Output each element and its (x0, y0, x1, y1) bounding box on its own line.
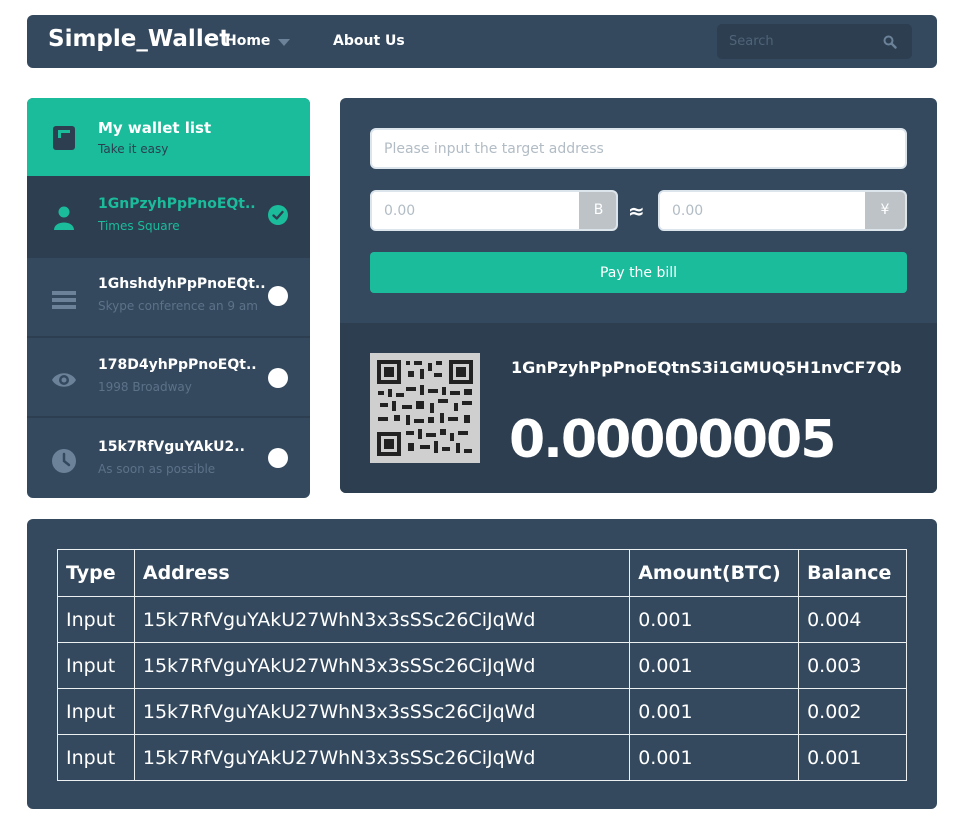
wallet-icon (53, 126, 75, 150)
list-icon (52, 291, 76, 309)
cell-address: 15k7RfVguYAkU27WhN3x3sSSc26CiJqWd (133, 688, 631, 735)
cell-type: Input (57, 642, 135, 689)
wallet-item[interactable]: 1GhshdyhPpPnoEQt.. Skype conference an 9… (27, 256, 310, 336)
table-row: Input 15k7RfVguYAkU27WhN3x3sSSc26CiJqWd … (57, 596, 907, 643)
cell-address: 15k7RfVguYAkU27WhN3x3sSSc26CiJqWd (133, 734, 631, 781)
wallet-radio[interactable] (268, 368, 288, 388)
table-row: Input 15k7RfVguYAkU27WhN3x3sSSc26CiJqWd … (57, 734, 907, 781)
transactions-panel: Type Address Amount(BTC) Balance Input 1… (27, 519, 937, 809)
target-address-input[interactable] (370, 128, 907, 169)
cell-amount: 0.001 (629, 596, 800, 643)
table-row: Input 15k7RfVguYAkU27WhN3x3sSSc26CiJqWd … (57, 688, 907, 735)
search-box (717, 24, 912, 59)
column-header-address: Address (133, 549, 631, 597)
wallet-item-title: 1GnPzyhPpPnoEQt.. (98, 196, 256, 212)
wallet-item-title: 178D4yhPpPnoEQt.. (98, 357, 257, 373)
user-icon (54, 206, 74, 230)
wallet-list-header: My wallet list Take it easy (27, 98, 310, 177)
column-header-balance: Balance (798, 549, 907, 597)
cell-amount: 0.001 (629, 688, 800, 735)
cell-balance: 0.004 (798, 596, 907, 643)
wallet-address: 1GnPzyhPpPnoEQtnS3i1GMUQ5H1nvCF7Qb (511, 358, 902, 377)
search-icon[interactable] (883, 35, 897, 49)
nav-home-link[interactable]: Home (225, 33, 270, 49)
brand-logo[interactable]: Simple_Wallet (48, 26, 230, 52)
wallet-item[interactable]: 1GnPzyhPpPnoEQt.. Times Square (27, 176, 310, 256)
qr-code-image (370, 353, 480, 463)
wallet-item-subtitle: Times Square (98, 219, 180, 233)
cell-amount: 0.001 (629, 734, 800, 781)
wallet-list-sidebar: My wallet list Take it easy 1GnPzyhPpPno… (27, 98, 310, 498)
cny-unit-addon: ¥ (865, 192, 905, 229)
cell-address: 15k7RfVguYAkU27WhN3x3sSSc26CiJqWd (133, 642, 631, 689)
approx-symbol: ≈ (628, 199, 645, 223)
pay-bill-button[interactable]: Pay the bill (370, 252, 907, 293)
table-header-row: Type Address Amount(BTC) Balance (57, 549, 907, 597)
top-navbar: Simple_Wallet Home About Us (27, 15, 937, 68)
cell-type: Input (57, 688, 135, 735)
eye-icon (52, 373, 76, 387)
wallet-item[interactable]: 15k7RfVguYAkU2.. As soon as possible (27, 416, 310, 496)
chevron-down-icon[interactable] (278, 39, 290, 46)
wallet-info: 1GnPzyhPpPnoEQtnS3i1GMUQ5H1nvCF7Qb 0.000… (340, 323, 937, 493)
wallet-list-subtitle: Take it easy (98, 142, 169, 156)
cell-type: Input (57, 734, 135, 781)
cny-amount-group: ¥ (658, 190, 907, 231)
wallet-item[interactable]: 178D4yhPpPnoEQt.. 1998 Broadway (27, 336, 310, 416)
wallet-item-subtitle: 1998 Broadway (98, 380, 192, 394)
transactions-table: Type Address Amount(BTC) Balance Input 1… (57, 549, 907, 781)
wallet-item-title: 1GhshdyhPpPnoEQt.. (98, 276, 266, 292)
cell-balance: 0.003 (798, 642, 907, 689)
wallet-balance: 0.00000005 (509, 410, 836, 470)
search-input[interactable] (717, 24, 877, 59)
cell-address: 15k7RfVguYAkU27WhN3x3sSSc26CiJqWd (133, 596, 631, 643)
payment-panel: B ≈ ¥ Pay the bill (340, 98, 937, 493)
cell-amount: 0.001 (629, 642, 800, 689)
nav-about-link[interactable]: About Us (333, 33, 405, 49)
btc-amount-group: B (370, 190, 618, 231)
column-header-type: Type (57, 549, 135, 597)
wallet-radio[interactable] (268, 448, 288, 468)
wallet-radio[interactable] (268, 286, 288, 306)
wallet-item-subtitle: Skype conference an 9 am (98, 299, 258, 313)
btc-amount-input[interactable] (372, 192, 579, 229)
btc-unit-addon: B (579, 192, 616, 229)
wallet-radio-checked[interactable] (268, 205, 288, 225)
cny-amount-input[interactable] (660, 192, 865, 229)
clock-icon (52, 449, 76, 473)
check-icon (272, 210, 284, 220)
wallet-item-subtitle: As soon as possible (98, 462, 216, 476)
cell-balance: 0.002 (798, 688, 907, 735)
column-header-amount: Amount(BTC) (629, 549, 800, 597)
wallet-item-title: 15k7RfVguYAkU2.. (98, 439, 245, 455)
cell-type: Input (57, 596, 135, 643)
table-row: Input 15k7RfVguYAkU27WhN3x3sSSc26CiJqWd … (57, 642, 907, 689)
cell-balance: 0.001 (798, 734, 907, 781)
wallet-list-title: My wallet list (98, 119, 212, 137)
